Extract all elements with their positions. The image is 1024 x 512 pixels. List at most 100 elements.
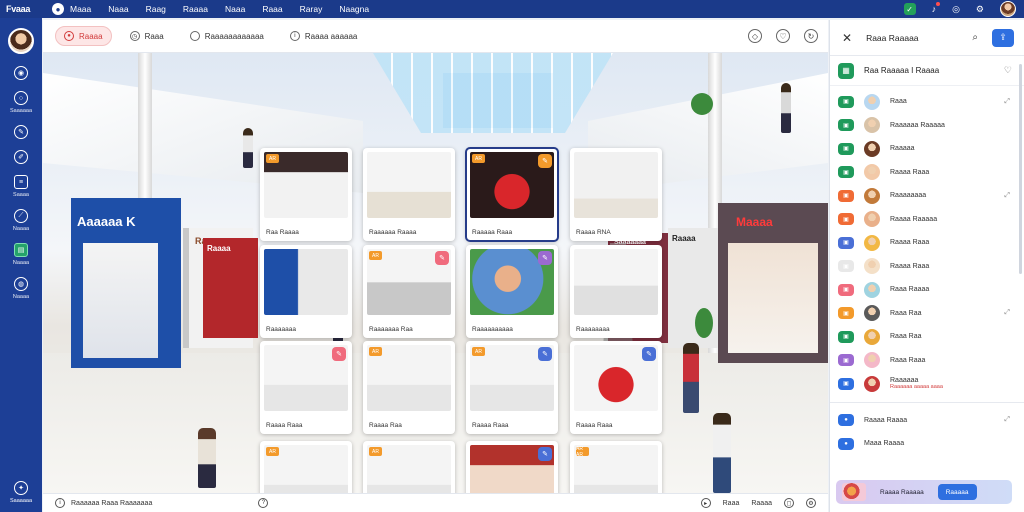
rail-item[interactable]: ✐: [14, 150, 28, 164]
rail-item[interactable]: ◍ Naaaa: [13, 277, 29, 300]
user-avatar[interactable]: [8, 28, 34, 54]
rail-item[interactable]: ⟋ Naaaa: [13, 209, 29, 232]
list-item[interactable]: ▣ Raaa Raaaa: [830, 278, 1024, 302]
bottom-bar-item[interactable]: Raaa: [723, 500, 740, 507]
app-logo[interactable]: Fvaaa: [0, 4, 42, 14]
bell-icon[interactable]: ♪: [932, 2, 941, 14]
product-card[interactable]: ARRaaa Raaa: [363, 441, 455, 493]
search-icon[interactable]: ⌕: [972, 32, 978, 43]
filter-chip[interactable]: Raaaaaaaaaaaa: [182, 26, 272, 46]
panel-section-header[interactable]: ▦ Raa Raaaaa I Raaaa ♡: [830, 56, 1024, 86]
list-item-subtitle: Raaaaaa aaaaa aaaa: [890, 384, 943, 391]
product-card[interactable]: ✎Raaaa Raaa: [260, 341, 352, 434]
share-button[interactable]: ⇪: [992, 28, 1014, 47]
list-item[interactable]: ▣ Raaaa Raaaaa: [830, 208, 1024, 232]
list-item[interactable]: ▣ Raaaaaaaa ⤢: [830, 184, 1024, 208]
home-icon[interactable]: ●: [52, 3, 64, 15]
product-card[interactable]: ✎Raaaa Raaa: [466, 441, 558, 493]
heart-icon[interactable]: ♡: [776, 29, 790, 43]
edit-icon[interactable]: ✎: [332, 347, 346, 361]
filter-chip[interactable]: i Raaaa aaaaaa: [282, 26, 366, 46]
footer-button[interactable]: Raaaaa: [937, 484, 977, 500]
filter-chip[interactable]: ◷ Raaa: [122, 26, 172, 46]
category-icon: ▣: [838, 236, 854, 249]
edit-icon[interactable]: ✎: [642, 347, 656, 361]
expand-icon[interactable]: ⤢: [1004, 192, 1010, 200]
edit-icon[interactable]: ✎: [538, 347, 552, 361]
settings-icon[interactable]: ⚙: [976, 4, 984, 15]
product-card[interactable]: ARRaaaa Raaa: [260, 441, 352, 493]
shopper: [683, 343, 699, 413]
list-item-name: Raaa Raaa: [890, 356, 926, 364]
list-item[interactable]: ▣ Raaaa Raaa: [830, 255, 1024, 279]
nav-item[interactable]: Naaa: [225, 4, 245, 14]
expand-icon[interactable]: ⤢: [1004, 98, 1010, 106]
list-item[interactable]: ● Raaaa Raaaa ⤢: [830, 409, 1024, 433]
list-item[interactable]: ● Maaa Raaaa: [830, 432, 1024, 456]
edit-icon[interactable]: ✎: [538, 251, 552, 265]
rail-item[interactable]: ✎: [14, 125, 28, 139]
nav-item[interactable]: Maaa: [70, 4, 91, 14]
nav-item[interactable]: Raaa: [262, 4, 282, 14]
shield-icon[interactable]: ◇: [748, 29, 762, 43]
list-item[interactable]: ▣ Raaaa Raaa: [830, 161, 1024, 185]
info-icon[interactable]: i: [55, 498, 65, 508]
product-card[interactable]: AR ✎ Raaaa Raaa: [466, 341, 558, 434]
scrollbar[interactable]: [1019, 64, 1022, 274]
product-card[interactable]: Raaaa RNA: [570, 148, 662, 241]
edit-icon[interactable]: ✎: [538, 154, 552, 168]
product-card[interactable]: AR ✎ Raaaaa Raaa: [465, 147, 559, 242]
list-item[interactable]: ▣ Raaaaaa Raaaaaa aaaaa aaaa: [830, 372, 1024, 396]
product-card[interactable]: AR ✎ Raaaaaaa Raa: [363, 245, 455, 338]
refresh-icon[interactable]: ↻: [804, 29, 818, 43]
nav-item[interactable]: Naagna: [339, 4, 369, 14]
nav-item[interactable]: Raag: [146, 4, 166, 14]
product-card[interactable]: ✎Raaaa Raaa: [570, 341, 662, 434]
settings-icon[interactable]: ⚙: [806, 498, 816, 508]
nav-item[interactable]: Raaaa: [183, 4, 208, 14]
status-icon[interactable]: ✓: [903, 3, 916, 15]
rail-item[interactable]: ○ Saaaaaa: [10, 91, 32, 114]
rail-bottom[interactable]: ✦ Saaaaaa: [10, 481, 32, 504]
close-icon[interactable]: ✕: [842, 31, 852, 45]
chip-label: Raaa: [144, 31, 164, 41]
edit-icon[interactable]: ✎: [538, 447, 552, 461]
heart-icon[interactable]: ♡: [1004, 65, 1012, 76]
product-card[interactable]: ✎ Raaaaaaaaaa: [466, 245, 558, 338]
avatar[interactable]: [1000, 1, 1016, 17]
product-card[interactable]: Raaaaaaa: [260, 245, 352, 338]
card-label: Raaaaaaaa: [576, 326, 610, 333]
list-item[interactable]: ▣ Raaa Raaa: [830, 349, 1024, 373]
rail-item-active[interactable]: ▤ Naaaa: [13, 243, 29, 266]
list-item[interactable]: ▣ Raaa ⤢: [830, 90, 1024, 114]
product-card[interactable]: AR Raa Raaaa: [260, 148, 352, 241]
card-tag: AR: [266, 154, 279, 163]
nav-item[interactable]: Raray: [300, 4, 323, 14]
product-card[interactable]: Raaaaaaaa: [570, 245, 662, 338]
product-card[interactable]: Raaaaaa Raaaa: [363, 148, 455, 241]
edit-icon[interactable]: ✎: [435, 251, 449, 265]
product-card[interactable]: AR Raaaa Raa: [363, 341, 455, 434]
play-icon[interactable]: ▸: [700, 498, 711, 508]
expand-icon[interactable]: ⤢: [1004, 309, 1010, 317]
shopper: [781, 83, 791, 133]
expand-icon[interactable]: ⤢: [1004, 416, 1010, 424]
bottom-bar: i Raaaaaa Raaa Raaaaaaa ? ▸ Raaa Raaaa ◻…: [43, 493, 828, 512]
bottom-bar-item[interactable]: Raaaa: [751, 500, 772, 507]
bottom-bar-right: ▸ Raaa Raaaa ◻ ⚙: [700, 498, 828, 508]
product-card[interactable]: AR ARRaaaaaa: [570, 441, 662, 493]
rail-item[interactable]: ≡ Saaaa: [13, 175, 29, 198]
help-icon[interactable]: ◎: [952, 4, 960, 15]
filter-chip-primary[interactable]: ● Raaaa: [55, 26, 112, 46]
rail-item[interactable]: ◉: [14, 66, 28, 80]
nav-item[interactable]: Naaa: [108, 4, 128, 14]
list-item[interactable]: ▣ Raaaa Raaa: [830, 231, 1024, 255]
list-item[interactable]: ▣ Raaa Raa: [830, 325, 1024, 349]
help-icon[interactable]: ?: [258, 498, 269, 508]
list-item[interactable]: ▣ Raaa Raa ⤢: [830, 302, 1024, 326]
list-item[interactable]: ▣ Raaaaa: [830, 137, 1024, 161]
list-item[interactable]: ▣ Raaaaaa Raaaaa: [830, 114, 1024, 138]
info-icon: i: [289, 31, 300, 41]
footer-link[interactable]: Raaaa Raaaaa: [872, 484, 932, 500]
fullscreen-icon[interactable]: ◻: [784, 498, 794, 508]
